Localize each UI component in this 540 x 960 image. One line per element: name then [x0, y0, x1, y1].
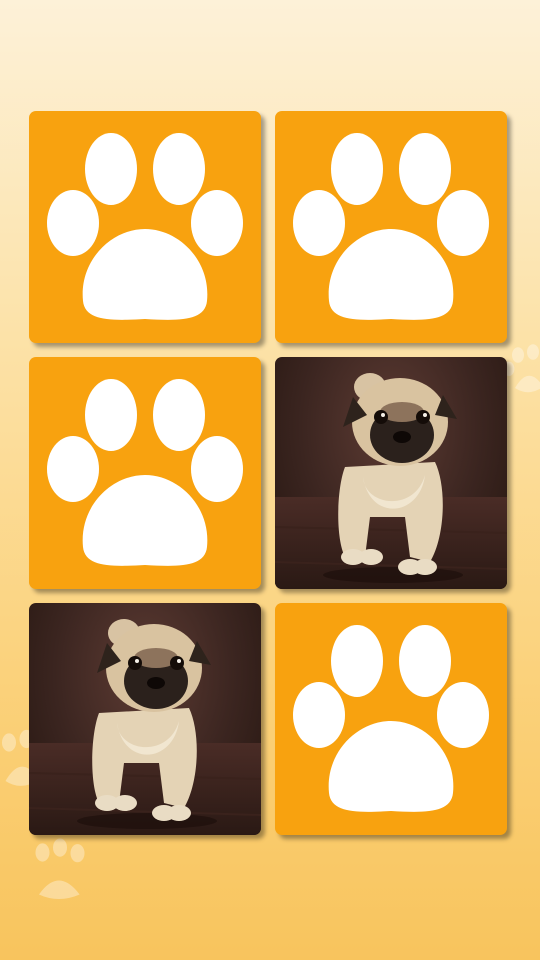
memory-card-face-up[interactable] [275, 357, 507, 589]
pug-puppy-image [275, 373, 507, 589]
paw-print-icon [293, 133, 489, 320]
memory-card-face-down[interactable] [275, 603, 507, 835]
game-board [0, 0, 540, 960]
memory-card-face-down[interactable] [29, 111, 261, 343]
memory-card-face-up[interactable] [29, 603, 261, 835]
pug-puppy-image [29, 619, 261, 835]
paw-print-icon [47, 379, 243, 566]
memory-card-face-down[interactable] [275, 111, 507, 343]
memory-card-face-down[interactable] [29, 357, 261, 589]
paw-print-icon [293, 625, 489, 812]
paw-print-icon [47, 133, 243, 320]
